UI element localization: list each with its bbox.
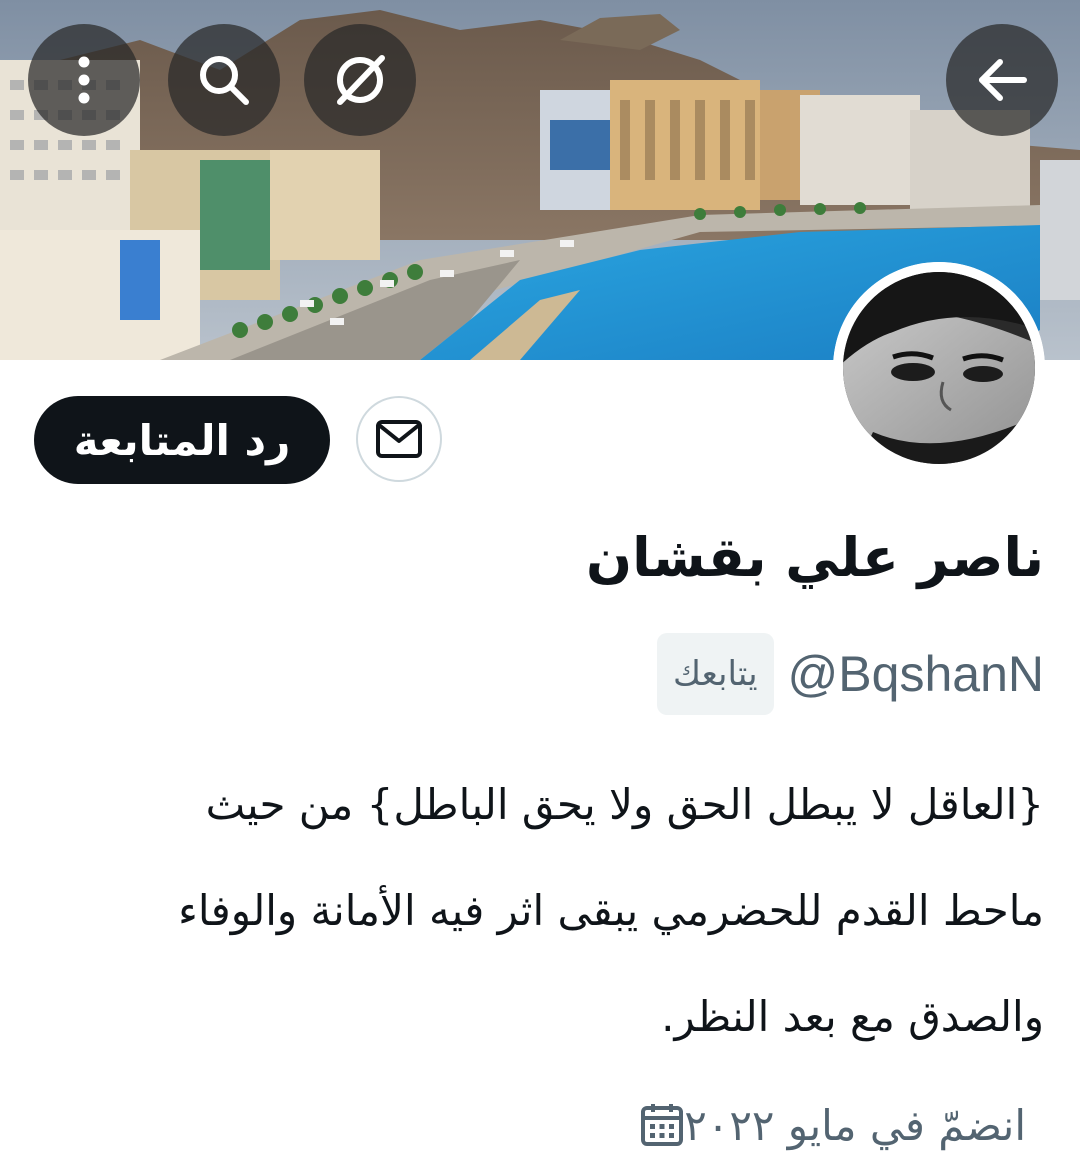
bio-line: والصدق مع بعد النظر. <box>661 992 1044 1041</box>
mute-icon <box>337 55 385 105</box>
handle-row: @BqshanN يتابعك <box>656 632 1044 716</box>
follow-back-button[interactable]: رد المتابعة <box>34 396 330 484</box>
joined-date: انضمّ في مايو ٢٠٢٢ <box>684 1100 1026 1150</box>
back-button[interactable] <box>946 24 1058 136</box>
arrow-left-icon <box>979 59 1027 101</box>
search-button[interactable] <box>168 24 280 136</box>
user-handle: @BqshanN <box>787 646 1044 702</box>
message-button[interactable] <box>356 396 442 482</box>
mail-icon <box>376 420 422 458</box>
profile-page: رد المتابعة ناصر علي بقشان @BqshanN يتاب… <box>0 0 1080 1176</box>
display-name: ناصر علي بقشان <box>586 526 1044 589</box>
search-icon <box>200 56 249 105</box>
avatar[interactable] <box>833 262 1045 474</box>
follows-you-badge: يتابعك <box>656 633 774 715</box>
avatar-image <box>833 262 1045 474</box>
bio: {العاقل لا يبطل الحق ولا يحق الباطل} من … <box>84 752 1044 1070</box>
bio-line: {العاقل لا يبطل الحق ولا يحق الباطل} من … <box>205 780 1044 829</box>
mute-button[interactable] <box>304 24 416 136</box>
more-options-button[interactable] <box>28 24 140 136</box>
calendar-icon <box>641 1104 684 1146</box>
bio-line: ماحط القدم للحضرمي يبقى اثر فيه الأمانة … <box>178 886 1044 935</box>
joined-row: انضمّ في مايو ٢٠٢٢ <box>640 1090 1044 1160</box>
more-vertical-icon <box>78 56 90 104</box>
